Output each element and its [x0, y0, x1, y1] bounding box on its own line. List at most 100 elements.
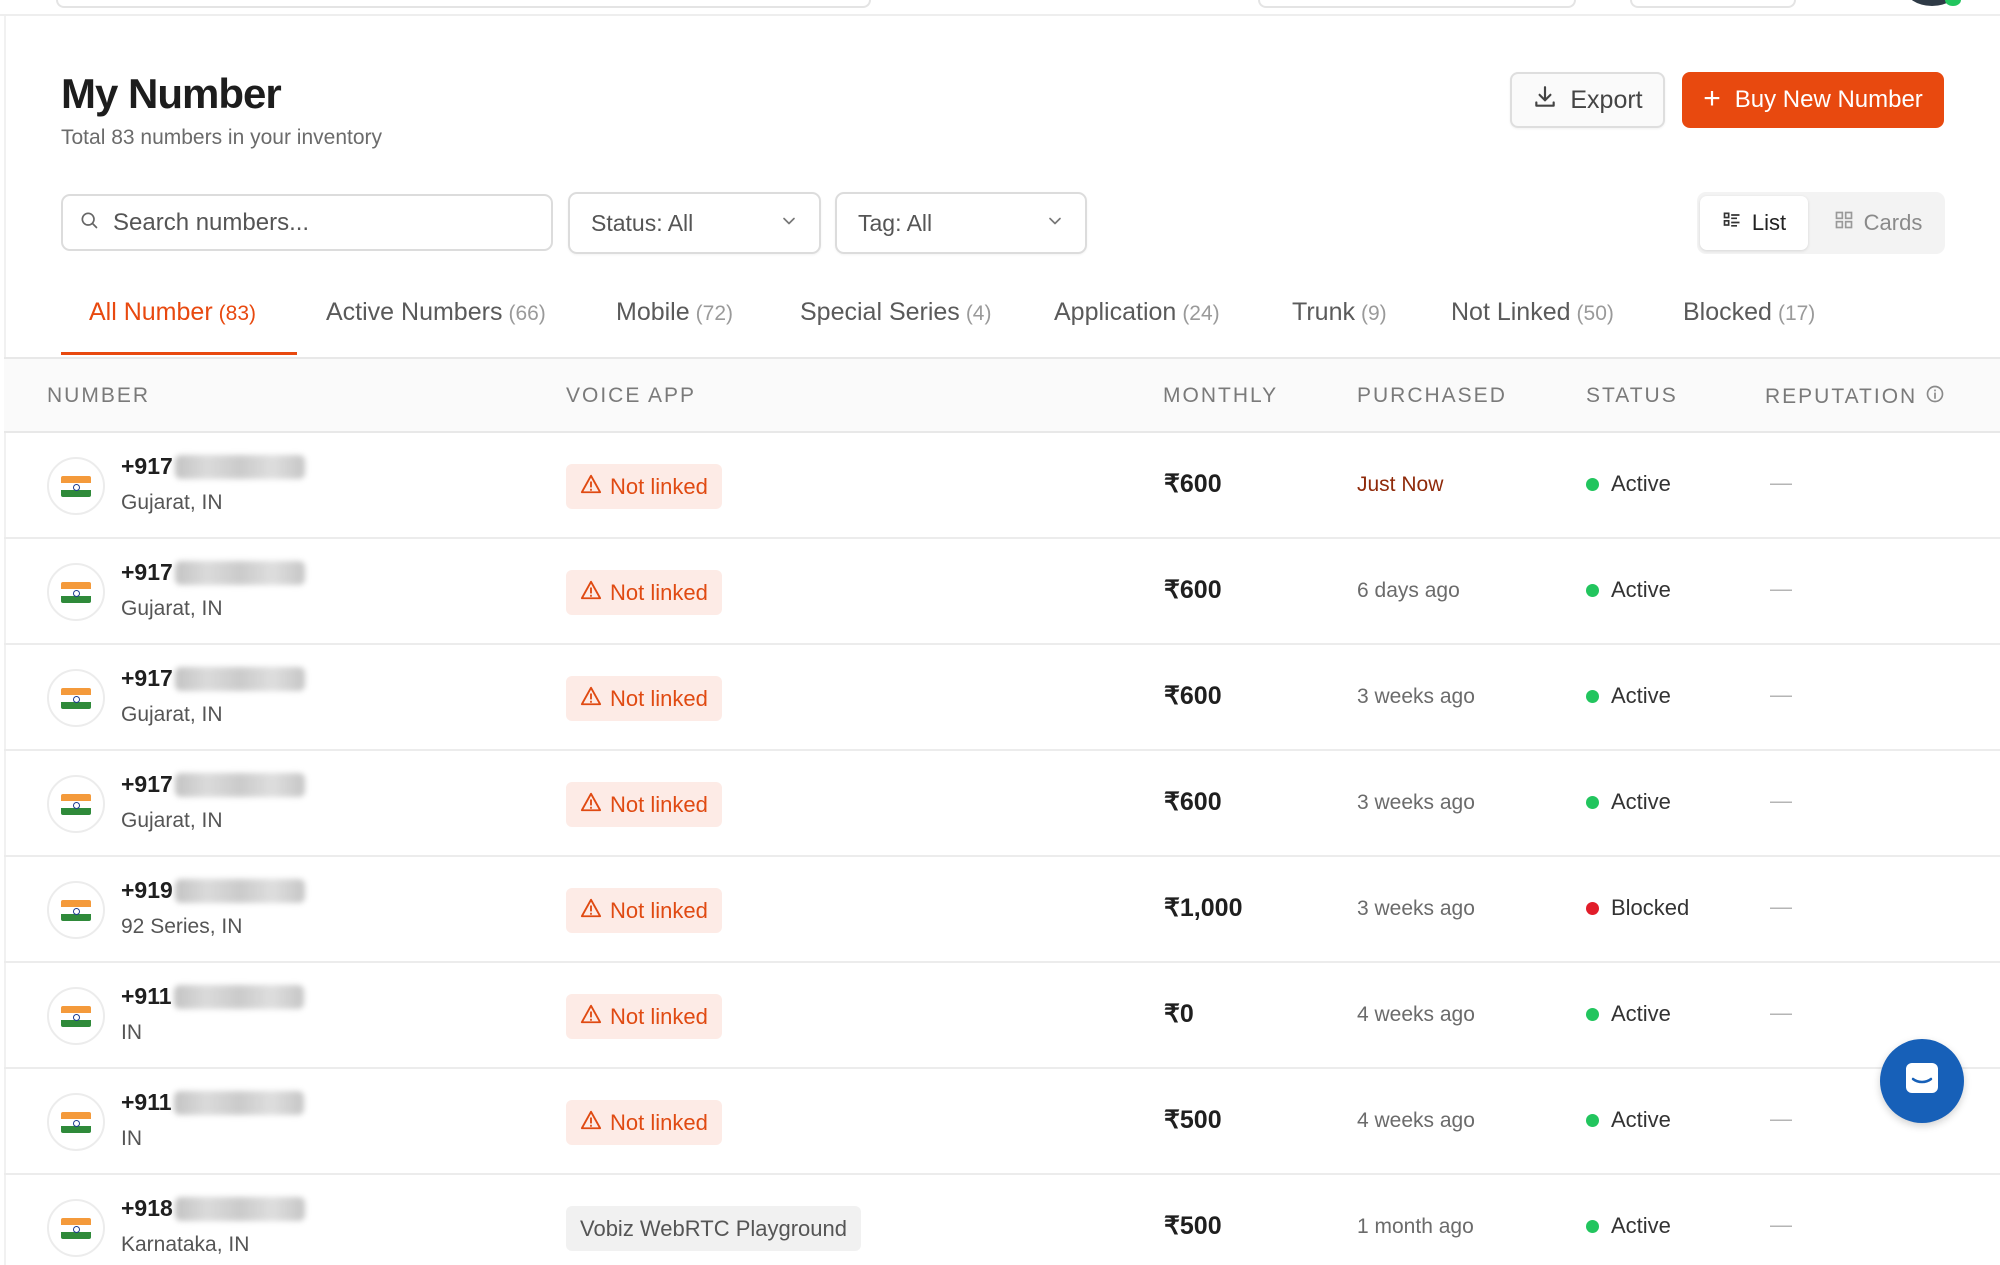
- number-prefix: +917: [121, 453, 173, 479]
- column-header-monthly[interactable]: MONTHLY: [1163, 384, 1278, 408]
- number-redacted: [174, 1196, 305, 1221]
- tab-count: (83): [218, 302, 257, 325]
- table-row[interactable]: +917 Gujarat, IN Not linked ₹600 Just No…: [4, 433, 2000, 539]
- number-prefix: +919: [121, 877, 173, 903]
- not-linked-badge[interactable]: Not linked: [566, 782, 722, 827]
- number-redacted: [173, 984, 304, 1009]
- status-indicator: Active: [1586, 1107, 1671, 1133]
- india-flag-icon: [47, 1093, 105, 1151]
- plus-icon: +: [1703, 81, 1721, 115]
- chevron-down-icon: [779, 210, 799, 237]
- not-linked-badge[interactable]: Not linked: [566, 676, 722, 721]
- phone-number[interactable]: +918: [121, 1195, 305, 1222]
- table-row[interactable]: +917 Gujarat, IN Not linked ₹600 6 days …: [4, 539, 2000, 645]
- status-label: Active: [1611, 1213, 1671, 1238]
- not-linked-badge[interactable]: Not linked: [566, 888, 722, 933]
- chat-launcher-button[interactable]: [1880, 1039, 1964, 1123]
- number-redacted: [174, 666, 305, 691]
- status-dot: [1586, 477, 1599, 491]
- india-flag-icon: [47, 775, 105, 833]
- tab-trunk[interactable]: Trunk (9): [1292, 298, 1387, 358]
- tag-filter-dropdown[interactable]: Tag: All: [835, 192, 1087, 254]
- status-dot: [1586, 1219, 1599, 1233]
- phone-number[interactable]: +917: [121, 771, 305, 798]
- top-search-stub[interactable]: [56, 0, 871, 8]
- tab-count: (50): [1576, 302, 1614, 325]
- voice-app-label: Not linked: [610, 1003, 708, 1029]
- table-row[interactable]: +911 IN Not linked ₹0 4 weeks ago Active…: [4, 963, 2000, 1069]
- purchased-time: 6 days ago: [1357, 579, 1460, 602]
- column-header-purchased[interactable]: PURCHASED: [1357, 384, 1507, 408]
- tab-application[interactable]: Application (24): [1054, 298, 1220, 358]
- search-input[interactable]: [113, 208, 513, 237]
- warning-triangle-icon: [580, 1109, 602, 1137]
- export-button[interactable]: Export: [1510, 72, 1665, 128]
- column-header-status[interactable]: STATUS: [1586, 384, 1678, 408]
- voice-app-badge[interactable]: Vobiz WebRTC Playground: [566, 1206, 861, 1251]
- warning-triangle-icon: [580, 473, 602, 501]
- tab-blocked[interactable]: Blocked (17): [1683, 298, 1815, 358]
- status-indicator: Active: [1586, 1213, 1671, 1239]
- phone-number[interactable]: +917: [121, 665, 305, 692]
- not-linked-badge[interactable]: Not linked: [566, 464, 722, 509]
- phone-number[interactable]: +917: [121, 453, 305, 480]
- view-toggle: List Cards: [1697, 192, 1945, 254]
- cards-view-button[interactable]: Cards: [1815, 196, 1941, 250]
- top-button-stub[interactable]: [1630, 0, 1796, 8]
- india-flag-icon: [47, 669, 105, 727]
- phone-number[interactable]: +917: [121, 559, 305, 586]
- tab-active-numbers[interactable]: Active Numbers (66): [326, 298, 546, 358]
- voice-app-label: Not linked: [610, 579, 708, 605]
- reputation-value: —: [1770, 788, 1792, 813]
- warning-triangle-icon: [580, 791, 602, 819]
- status-label: Active: [1611, 789, 1671, 814]
- monthly-cost: ₹500: [1164, 1212, 1222, 1240]
- tab-special-series[interactable]: Special Series (4): [800, 298, 991, 358]
- status-filter-dropdown[interactable]: Status: All: [568, 192, 821, 254]
- tab-not-linked[interactable]: Not Linked (50): [1451, 298, 1614, 358]
- number-prefix: +911: [121, 1089, 172, 1115]
- phone-number[interactable]: +911: [121, 1089, 304, 1116]
- purchased-time: 4 weeks ago: [1357, 1003, 1475, 1026]
- table-row[interactable]: +919 92 Series, IN Not linked ₹1,000 3 w…: [4, 857, 2000, 963]
- reputation-value: —: [1770, 576, 1792, 601]
- number-region: Gujarat, IN: [121, 597, 223, 620]
- number-region: IN: [121, 1021, 142, 1044]
- not-linked-badge[interactable]: Not linked: [566, 1100, 722, 1145]
- tab-label: Active Numbers: [326, 298, 503, 326]
- india-flag-icon: [47, 881, 105, 939]
- table-row[interactable]: +917 Gujarat, IN Not linked ₹600 3 weeks…: [4, 645, 2000, 751]
- tab-all-number[interactable]: All Number (83): [89, 298, 256, 358]
- table-row[interactable]: +917 Gujarat, IN Not linked ₹600 3 weeks…: [4, 751, 2000, 857]
- tab-label: Not Linked: [1451, 298, 1571, 326]
- column-header-reputation[interactable]: REPUTATION: [1765, 384, 1945, 410]
- not-linked-badge[interactable]: Not linked: [566, 994, 722, 1039]
- column-header-number[interactable]: NUMBER: [47, 384, 150, 408]
- cards-view-label: Cards: [1863, 210, 1923, 235]
- table-header: NUMBER VOICE APP MONTHLY PURCHASED STATU…: [4, 359, 2000, 433]
- tab-mobile[interactable]: Mobile (72): [616, 298, 733, 358]
- table-row[interactable]: +918 Karnataka, IN Vobiz WebRTC Playgrou…: [4, 1175, 2000, 1265]
- list-view-button[interactable]: List: [1700, 196, 1808, 250]
- not-linked-badge[interactable]: Not linked: [566, 570, 722, 615]
- column-header-voice-app[interactable]: VOICE APP: [566, 384, 696, 408]
- top-control-stub[interactable]: [1258, 0, 1576, 8]
- list-view-label: List: [1751, 210, 1787, 235]
- reputation-value: —: [1770, 1000, 1792, 1025]
- tab-label: Application: [1054, 298, 1177, 326]
- phone-number[interactable]: +911: [121, 983, 304, 1010]
- number-region: IN: [121, 1127, 142, 1150]
- info-icon[interactable]: [1925, 384, 1945, 410]
- table-row[interactable]: +911 IN Not linked ₹500 4 weeks ago Acti…: [4, 1069, 2000, 1175]
- monthly-cost: ₹500: [1164, 1106, 1222, 1134]
- monthly-cost: ₹600: [1164, 788, 1222, 816]
- buy-label: Buy New Number: [1734, 86, 1923, 113]
- warning-triangle-icon: [580, 685, 602, 713]
- number-prefix: +911: [121, 983, 172, 1009]
- buy-new-number-button[interactable]: + Buy New Number: [1682, 72, 1944, 128]
- voice-app-label: Not linked: [610, 685, 708, 711]
- phone-number[interactable]: +919: [121, 877, 305, 904]
- number-redacted: [173, 1090, 304, 1115]
- tab-count: (72): [695, 302, 734, 325]
- search-field[interactable]: [61, 194, 553, 251]
